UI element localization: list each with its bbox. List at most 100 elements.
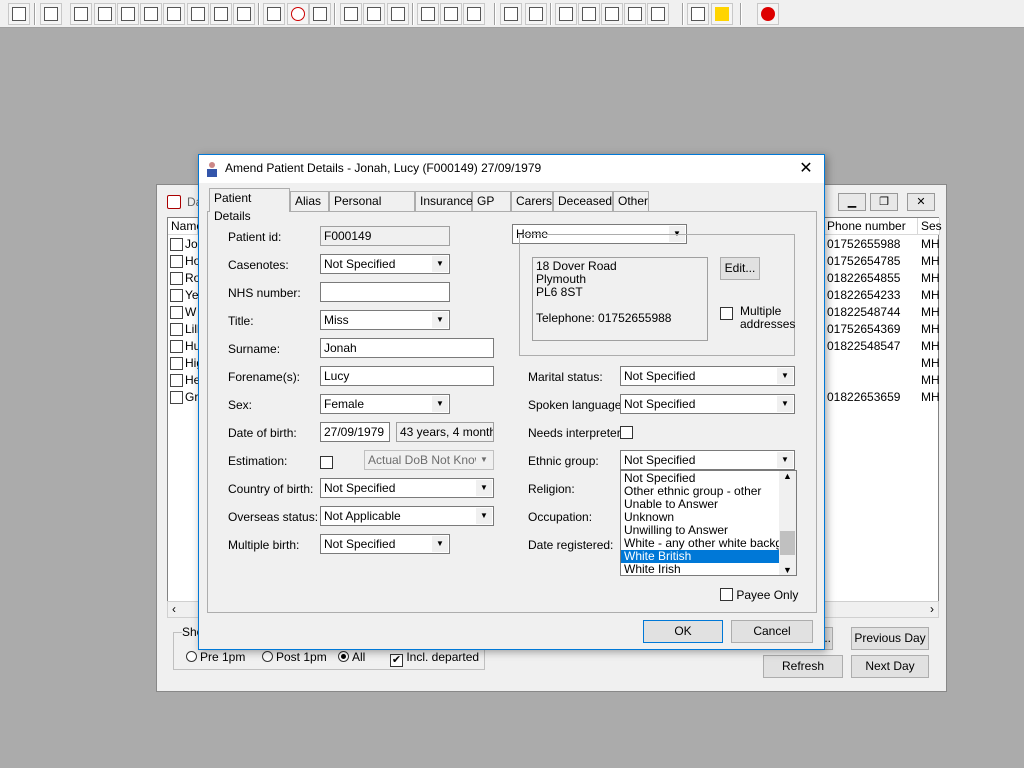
row-sex[interactable]: MH bbox=[921, 372, 940, 389]
mail-icon[interactable] bbox=[263, 3, 285, 25]
row-sex[interactable]: MH bbox=[921, 389, 940, 406]
row-phone[interactable]: 01822654233 bbox=[827, 287, 900, 304]
ethnic-group-select[interactable]: Not Specified ▼ bbox=[620, 450, 795, 470]
window-icon[interactable] bbox=[309, 3, 331, 25]
scroll-left-icon[interactable]: ‹ bbox=[172, 602, 176, 616]
tab-patient-details[interactable]: Patient Details bbox=[209, 188, 290, 223]
row-name[interactable]: W bbox=[185, 304, 196, 321]
note-icon[interactable] bbox=[417, 3, 439, 25]
marital-select[interactable]: Not Specified ▼ bbox=[620, 366, 795, 386]
incl-departed-checkbox[interactable]: ✔ Incl. departed bbox=[390, 650, 479, 667]
ok-button[interactable]: OK bbox=[643, 620, 723, 643]
spoken-language-select[interactable]: Not Specified ▼ bbox=[620, 394, 795, 414]
tab-deceased[interactable]: Deceased bbox=[553, 191, 613, 211]
check-icon[interactable] bbox=[601, 3, 623, 25]
cancel-button[interactable]: Cancel bbox=[731, 620, 813, 643]
book-icon[interactable] bbox=[70, 3, 92, 25]
row-phone[interactable]: 01822654855 bbox=[827, 270, 900, 287]
chart-icon[interactable] bbox=[387, 3, 409, 25]
search-icon[interactable] bbox=[555, 3, 577, 25]
m-icon[interactable] bbox=[140, 3, 162, 25]
radio-all[interactable]: All bbox=[338, 650, 365, 664]
row-sex[interactable]: MH bbox=[921, 236, 940, 253]
restore-button[interactable]: ❐ bbox=[870, 193, 898, 211]
column-header-phone[interactable]: Phone number bbox=[824, 218, 918, 235]
tab-gp[interactable]: GP bbox=[472, 191, 511, 211]
radio-post-1pm[interactable]: Post 1pm bbox=[262, 650, 327, 664]
dialog-close-button[interactable]: ✕ bbox=[794, 158, 818, 180]
nhs-number-field[interactable] bbox=[320, 282, 450, 302]
estimation-checkbox[interactable] bbox=[320, 456, 333, 470]
arrows-icon[interactable] bbox=[687, 3, 709, 25]
row-phone[interactable]: 01822653659 bbox=[827, 389, 900, 406]
ethnic-group-dropdown-list[interactable]: Not Specified Other ethnic group - other U… bbox=[620, 470, 797, 576]
needs-interpreter-checkbox[interactable] bbox=[620, 426, 633, 440]
country-select[interactable]: Not Specified ▼ bbox=[320, 478, 494, 498]
row-sex[interactable]: MH bbox=[921, 253, 940, 270]
multiple-birth-select[interactable]: Not Specified ▼ bbox=[320, 534, 450, 554]
note-icon[interactable] bbox=[187, 3, 209, 25]
ethnic-option[interactable]: White Irish bbox=[621, 563, 779, 576]
close-button[interactable]: ✕ bbox=[907, 193, 935, 211]
row-phone[interactable]: 01822548744 bbox=[827, 304, 900, 321]
row-sex[interactable]: MH bbox=[921, 270, 940, 287]
row-sex[interactable]: MH bbox=[921, 338, 940, 355]
minimize-button[interactable]: ▁ bbox=[838, 193, 866, 211]
flag-icon[interactable] bbox=[210, 3, 232, 25]
row-phone[interactable]: 01752654369 bbox=[827, 321, 900, 338]
radio-pre-1pm[interactable]: Pre 1pm bbox=[186, 650, 245, 664]
scroll-thumb[interactable] bbox=[780, 531, 795, 555]
edit-address-button[interactable]: Edit... bbox=[720, 257, 760, 280]
transfer-icon[interactable] bbox=[440, 3, 462, 25]
row-phone[interactable]: 01822548547 bbox=[827, 338, 900, 355]
check-icon[interactable] bbox=[647, 3, 669, 25]
row-phone[interactable]: 01752654785 bbox=[827, 253, 900, 270]
row-sex[interactable]: MH bbox=[921, 355, 940, 372]
tab-insurance[interactable]: Insurance bbox=[415, 191, 473, 211]
transfer-icon[interactable] bbox=[463, 3, 485, 25]
scroll-down-icon[interactable]: ▼ bbox=[783, 565, 792, 575]
check-icon[interactable] bbox=[578, 3, 600, 25]
scroll-up-icon[interactable]: ▲ bbox=[783, 471, 792, 481]
document-icon[interactable] bbox=[500, 3, 522, 25]
surname-field[interactable]: Jonah bbox=[320, 338, 494, 358]
tab-alias[interactable]: Alias bbox=[290, 191, 329, 211]
row-phone[interactable]: 01752655988 bbox=[827, 236, 900, 253]
print-icon[interactable] bbox=[40, 3, 62, 25]
flag-icon[interactable] bbox=[233, 3, 255, 25]
patient-icon[interactable] bbox=[8, 3, 30, 25]
row-sex[interactable]: MH bbox=[921, 287, 940, 304]
next-day-button[interactable]: Next Day bbox=[851, 655, 929, 678]
row-name[interactable]: Gr bbox=[185, 389, 198, 406]
forenames-field[interactable]: Lucy bbox=[320, 366, 494, 386]
tab-other[interactable]: Other bbox=[613, 191, 649, 211]
row-name[interactable]: Jo bbox=[185, 236, 198, 253]
chart-icon[interactable] bbox=[363, 3, 385, 25]
refresh-button[interactable]: Refresh bbox=[763, 655, 843, 678]
row-sex[interactable]: MH bbox=[921, 321, 940, 338]
column-header-sex[interactable]: Ses bbox=[918, 218, 942, 235]
person-icon[interactable] bbox=[163, 3, 185, 25]
dropdown-scrollbar[interactable]: ▲ ▼ bbox=[779, 471, 796, 575]
row-name[interactable]: Ye bbox=[185, 287, 199, 304]
scroll-right-icon[interactable]: › bbox=[930, 602, 934, 616]
casenotes-select[interactable]: Not Specified ▼ bbox=[320, 254, 450, 274]
monitor-icon[interactable] bbox=[117, 3, 139, 25]
overseas-select[interactable]: Not Applicable ▼ bbox=[320, 506, 494, 526]
tab-personal-carers[interactable]: Personal Carers bbox=[329, 191, 415, 226]
tab-carers[interactable]: Carers bbox=[511, 191, 553, 211]
clock-icon[interactable] bbox=[287, 3, 309, 25]
exit-icon[interactable] bbox=[757, 3, 779, 25]
edit-icon[interactable] bbox=[94, 3, 116, 25]
row-sex[interactable]: MH bbox=[921, 304, 940, 321]
column-header-name[interactable]: Name bbox=[168, 218, 203, 235]
payee-only-checkbox[interactable]: Payee Only bbox=[720, 588, 798, 602]
chart-icon[interactable] bbox=[340, 3, 362, 25]
warning-icon[interactable] bbox=[711, 3, 733, 25]
bar-chart-icon[interactable] bbox=[525, 3, 547, 25]
sex-select[interactable]: Female ▼ bbox=[320, 394, 450, 414]
check-icon[interactable] bbox=[624, 3, 646, 25]
previous-day-button[interactable]: Previous Day bbox=[851, 627, 929, 650]
dob-field[interactable]: 27/09/1979 bbox=[320, 422, 390, 442]
title-select[interactable]: Miss ▼ bbox=[320, 310, 450, 330]
